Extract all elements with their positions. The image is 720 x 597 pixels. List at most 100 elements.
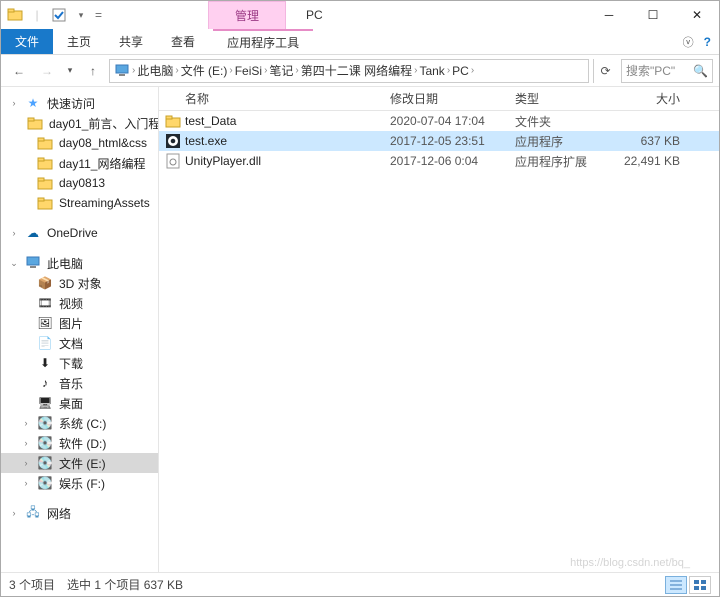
tab-view[interactable]: 查看 bbox=[157, 29, 209, 54]
sidebar-item[interactable]: StreamingAssets bbox=[1, 193, 158, 213]
sidebar: ›★快速访问 day01_前言、入门程序day08_html&cssday11_… bbox=[1, 87, 159, 572]
breadcrumb-segment[interactable]: Tank bbox=[419, 64, 444, 78]
col-size[interactable]: 大小 bbox=[610, 90, 690, 107]
ribbon-context-header: 管理 bbox=[208, 1, 286, 29]
network-icon: 🖧 bbox=[25, 505, 41, 521]
checkbox-icon[interactable] bbox=[51, 7, 67, 23]
tab-file[interactable]: 文件 bbox=[1, 29, 53, 54]
breadcrumb-segment[interactable]: 笔记 bbox=[269, 62, 293, 79]
maximize-button[interactable]: ☐ bbox=[631, 1, 675, 29]
file-row[interactable]: UnityPlayer.dll2017-12-06 0:04应用程序扩展22,4… bbox=[159, 151, 719, 171]
up-button[interactable]: ↑ bbox=[81, 59, 105, 83]
status-count: 3 个项目 bbox=[9, 576, 55, 593]
item-icon: 🖼 bbox=[37, 315, 53, 331]
sidebar-item[interactable]: day08_html&css bbox=[1, 133, 158, 153]
item-icon: 📦 bbox=[37, 275, 53, 291]
close-button[interactable]: ✕ bbox=[675, 1, 719, 29]
chevron-right-icon[interactable]: › bbox=[471, 65, 474, 76]
qat-overflow-icon[interactable]: = bbox=[95, 8, 102, 22]
sidebar-item[interactable]: ›💽文件 (E:) bbox=[1, 453, 158, 473]
chevron-right-icon[interactable]: › bbox=[264, 65, 267, 76]
breadcrumb-segment[interactable]: 第四十二课 网络编程 bbox=[301, 62, 412, 79]
chevron-right-icon[interactable]: › bbox=[447, 65, 450, 76]
search-input[interactable]: 搜索"PC" 🔍 bbox=[621, 59, 713, 83]
item-icon: 💽 bbox=[37, 455, 53, 471]
item-icon: ♪ bbox=[37, 375, 53, 391]
sidebar-network[interactable]: ›🖧网络 bbox=[1, 503, 158, 523]
qat-dropdown-icon[interactable]: ▾ bbox=[73, 7, 89, 23]
folder-icon bbox=[27, 115, 43, 131]
help-icon[interactable]: ? bbox=[704, 35, 711, 49]
pc-icon bbox=[114, 64, 130, 78]
sidebar-item[interactable]: 📦3D 对象 bbox=[1, 273, 158, 293]
pc-icon bbox=[25, 255, 41, 271]
breadcrumb-segment[interactable]: PC bbox=[452, 64, 469, 78]
ribbon-expand-icon[interactable]: ⓥ bbox=[683, 34, 694, 50]
file-size: 22,491 KB bbox=[610, 154, 690, 168]
item-icon: 💽 bbox=[37, 435, 53, 451]
sidebar-quick-access[interactable]: ›★快速访问 bbox=[1, 93, 158, 113]
folder-icon bbox=[37, 155, 53, 171]
forward-button: → bbox=[35, 59, 59, 83]
sidebar-this-pc[interactable]: ⌄此电脑 bbox=[1, 253, 158, 273]
sidebar-item[interactable]: ›💽娱乐 (F:) bbox=[1, 473, 158, 493]
file-list: test_Data2020-07-04 17:04文件夹test.exe2017… bbox=[159, 111, 719, 171]
sidebar-item[interactable]: 🖥桌面 bbox=[1, 393, 158, 413]
item-icon: 💽 bbox=[37, 415, 53, 431]
col-date[interactable]: 修改日期 bbox=[390, 90, 515, 107]
sidebar-item[interactable]: ⬇下载 bbox=[1, 353, 158, 373]
sidebar-item[interactable]: ♪音乐 bbox=[1, 373, 158, 393]
item-icon: 📄 bbox=[37, 335, 53, 351]
chevron-right-icon[interactable]: › bbox=[175, 65, 178, 76]
col-name[interactable]: 名称 bbox=[165, 90, 390, 107]
breadcrumb-segment[interactable]: 此电脑 bbox=[137, 62, 173, 79]
file-type: 应用程序扩展 bbox=[515, 153, 610, 170]
file-name: test_Data bbox=[185, 114, 390, 128]
sidebar-item[interactable]: day11_网络编程 bbox=[1, 153, 158, 173]
chevron-right-icon[interactable]: › bbox=[229, 65, 232, 76]
column-header: 名称 修改日期 类型 大小 bbox=[159, 87, 719, 111]
icons-view-button[interactable] bbox=[689, 576, 711, 594]
details-view-button[interactable] bbox=[665, 576, 687, 594]
file-type: 文件夹 bbox=[515, 113, 610, 130]
file-row[interactable]: test.exe2017-12-05 23:51应用程序637 KB bbox=[159, 131, 719, 151]
search-icon[interactable]: 🔍 bbox=[693, 64, 708, 78]
folder-icon bbox=[37, 195, 53, 211]
qat-separator-icon: | bbox=[29, 7, 45, 23]
sidebar-item[interactable]: ›💽软件 (D:) bbox=[1, 433, 158, 453]
file-row[interactable]: test_Data2020-07-04 17:04文件夹 bbox=[159, 111, 719, 131]
chevron-right-icon[interactable]: › bbox=[132, 65, 135, 76]
file-size: 637 KB bbox=[610, 134, 690, 148]
minimize-button[interactable]: ─ bbox=[587, 1, 631, 29]
file-date: 2017-12-06 0:04 bbox=[390, 154, 515, 168]
sidebar-item[interactable]: day0813 bbox=[1, 173, 158, 193]
sidebar-item[interactable]: ›💽系统 (C:) bbox=[1, 413, 158, 433]
folder-icon bbox=[37, 175, 53, 191]
col-type[interactable]: 类型 bbox=[515, 90, 610, 107]
item-icon: ⬇ bbox=[37, 355, 53, 371]
file-icon bbox=[165, 153, 181, 169]
sidebar-item[interactable]: 🖼图片 bbox=[1, 313, 158, 333]
breadcrumb-segment[interactable]: FeiSi bbox=[235, 64, 262, 78]
sidebar-item[interactable]: day01_前言、入门程序 bbox=[1, 113, 158, 133]
chevron-right-icon[interactable]: › bbox=[295, 65, 298, 76]
breadcrumb-segment[interactable]: 文件 (E:) bbox=[181, 62, 228, 79]
tab-share[interactable]: 共享 bbox=[105, 29, 157, 54]
chevron-right-icon[interactable]: › bbox=[414, 65, 417, 76]
search-placeholder: 搜索"PC" bbox=[626, 62, 675, 79]
recent-dropdown[interactable]: ▾ bbox=[63, 59, 77, 83]
sidebar-item[interactable]: 📄文档 bbox=[1, 333, 158, 353]
tab-home[interactable]: 主页 bbox=[53, 29, 105, 54]
cloud-icon: ☁ bbox=[25, 225, 41, 241]
sidebar-onedrive[interactable]: ›☁OneDrive bbox=[1, 223, 158, 243]
folder-icon bbox=[37, 135, 53, 151]
folder-icon bbox=[7, 7, 23, 23]
breadcrumb[interactable]: › 此电脑›文件 (E:)›FeiSi›笔记›第四十二课 网络编程›Tank›P… bbox=[109, 59, 589, 83]
sidebar-item[interactable]: 🎞视频 bbox=[1, 293, 158, 313]
back-button[interactable]: ← bbox=[7, 59, 31, 83]
status-selection: 选中 1 个项目 637 KB bbox=[67, 576, 183, 593]
refresh-button[interactable]: ⟳ bbox=[593, 59, 617, 83]
file-date: 2020-07-04 17:04 bbox=[390, 114, 515, 128]
tab-app-tools[interactable]: 应用程序工具 bbox=[213, 29, 313, 54]
file-icon bbox=[165, 133, 181, 149]
